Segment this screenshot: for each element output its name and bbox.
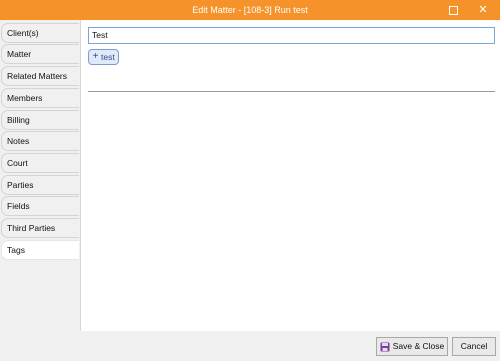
save-close-label: Save & Close xyxy=(392,341,445,351)
tab-fields[interactable]: Fields xyxy=(1,196,79,216)
title-bar: Edit Matter - [108-3] Run test ✕ xyxy=(0,0,500,20)
tags-panel: Test + test xyxy=(80,20,500,331)
tab-related-matters[interactable]: Related Matters xyxy=(1,66,79,86)
tab-matter[interactable]: Matter xyxy=(1,44,79,64)
maximize-icon xyxy=(448,5,458,15)
tab-tags[interactable]: Tags xyxy=(1,240,79,260)
close-icon: ✕ xyxy=(478,4,488,16)
tab-court[interactable]: Court xyxy=(1,153,79,173)
floppy-disk-icon xyxy=(380,342,390,351)
tag-input[interactable]: Test xyxy=(88,27,495,44)
tab-clients[interactable]: Client(s) xyxy=(1,23,79,43)
tab-members[interactable]: Members xyxy=(1,88,79,108)
tab-parties[interactable]: Parties xyxy=(1,175,79,195)
footer: Save & Close Cancel xyxy=(0,331,500,361)
tab-third-parties[interactable]: Third Parties xyxy=(1,218,79,238)
divider xyxy=(88,91,495,92)
cancel-button[interactable]: Cancel xyxy=(452,337,496,356)
close-button[interactable]: ✕ xyxy=(468,0,498,20)
window-title: Edit Matter - [108-3] Run test xyxy=(192,5,308,15)
tab-notes[interactable]: Notes xyxy=(1,131,79,151)
tag-chip-label: test xyxy=(101,52,115,62)
sidebar: Client(s) Matter Related Matters Members… xyxy=(0,20,80,331)
plus-icon: + xyxy=(92,51,99,62)
save-close-button[interactable]: Save & Close xyxy=(376,337,448,356)
tab-billing[interactable]: Billing xyxy=(1,110,79,130)
maximize-button[interactable] xyxy=(438,0,468,20)
add-tag-chip[interactable]: + test xyxy=(88,49,119,65)
cancel-label: Cancel xyxy=(460,341,488,351)
